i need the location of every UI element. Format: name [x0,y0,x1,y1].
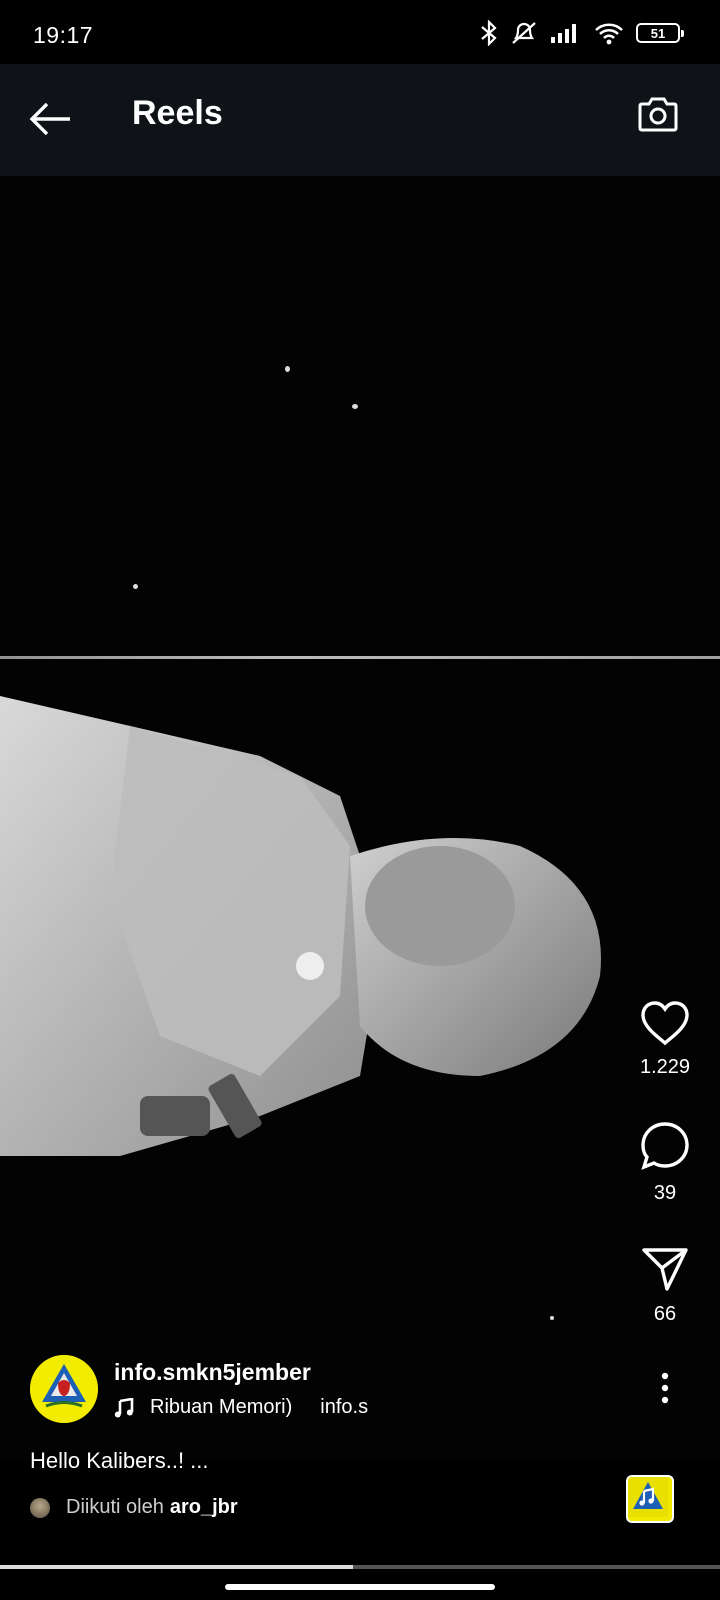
post-author: info.smkn5jember Ribuan Memori) info.s [30,1355,384,1423]
video-person-image [0,696,601,1156]
video-progress-bar[interactable] [0,1565,720,1569]
comment-icon[interactable] [639,1120,691,1172]
bluetooth-icon [481,20,497,46]
battery-level: 51 [650,25,666,41]
username[interactable]: info.smkn5jember [114,1359,384,1386]
audio-cover-icon [628,1477,668,1517]
post-meta: info.smkn5jember Ribuan Memori) info.s [114,1359,384,1419]
reels-header: Reels [0,64,720,176]
comment-action: 39 [610,1120,720,1205]
like-count: 1.229 [639,1056,691,1078]
like-action: 1.229 [610,1000,720,1079]
comment-count: 39 [653,1182,677,1204]
video-speck [352,404,358,409]
status-bar: 19:17 51 [0,0,720,64]
video-horizon-line [0,656,720,659]
followed-by[interactable]: Diikuti oleh aro_jbr [30,1496,238,1519]
video-progress-fill [0,1565,353,1569]
followed-user: aro_jbr [169,1496,238,1518]
audio-title: Ribuan Memori) [150,1396,293,1418]
more-options[interactable] [610,1372,720,1404]
camera-icon[interactable] [636,94,680,138]
arrow-left-icon[interactable] [28,96,74,142]
heart-icon[interactable] [639,1000,691,1046]
battery-icon: 51 [636,23,684,43]
video-speck [285,366,290,372]
video-speck [133,584,138,589]
page-title: Reels [132,94,223,132]
followed-prefix: Diikuti oleh [66,1496,164,1518]
post-caption[interactable]: Hello Kalibers..! ... [30,1448,209,1474]
status-icons: 51 [480,20,684,46]
more-vertical-icon[interactable] [660,1372,670,1404]
clock: 19:17 [33,22,94,48]
music-note-icon [114,1397,134,1417]
audio-info[interactable]: Ribuan Memori) info.s [114,1396,384,1419]
mute-icon [512,22,536,44]
signal-icon [551,24,576,43]
send-icon[interactable] [640,1245,690,1293]
school-logo-icon [30,1355,98,1423]
share-action: 66 [610,1245,720,1326]
home-indicator[interactable] [225,1584,495,1590]
audio-credit: info.s [320,1396,369,1418]
avatar[interactable] [30,1355,98,1423]
share-count: 66 [653,1303,677,1325]
video-speck [550,1316,554,1320]
wifi-icon [595,23,623,45]
audio-thumbnail[interactable] [626,1475,674,1523]
follower-avatar [30,1497,50,1518]
